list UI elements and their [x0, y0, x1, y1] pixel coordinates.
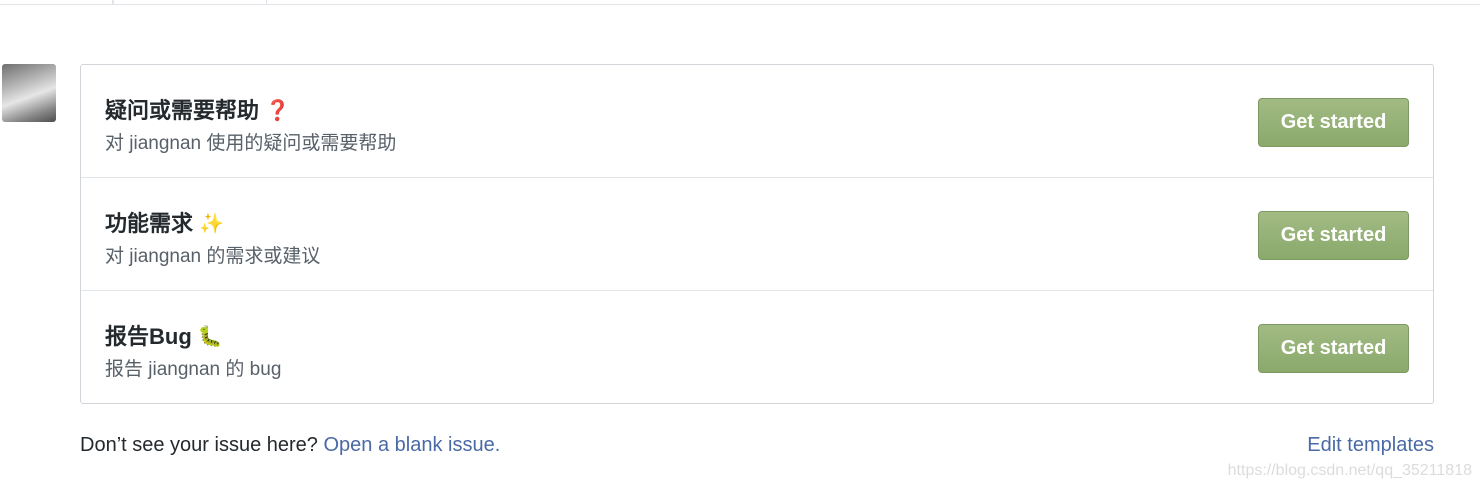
template-title: 报告Bug 🐛 [105, 319, 223, 351]
get-started-button[interactable]: Get started [1258, 324, 1409, 373]
get-started-button[interactable]: Get started [1258, 211, 1409, 260]
footer-prompt: Don’t see your issue here? Open a blank … [80, 434, 500, 457]
template-title-text: 疑问或需要帮助 [105, 98, 260, 123]
template-description: 报告 jiangnan 的 bug [105, 359, 282, 380]
get-started-button[interactable]: Get started [1258, 98, 1409, 147]
question-mark-icon: ❓ [265, 100, 290, 122]
template-row-bug-report: 报告Bug 🐛 报告 jiangnan 的 bug Get started [81, 291, 1433, 404]
watermark: https://blog.csdn.net/qq_35211818 [1227, 462, 1472, 479]
template-description: 对 jiangnan 的需求或建议 [105, 246, 321, 267]
footer-prompt-text: Don’t see your issue here? [80, 434, 318, 456]
tab-strip [0, 0, 1480, 5]
template-row-feature-request: 功能需求 ✨ 对 jiangnan 的需求或建议 Get started [81, 178, 1433, 291]
open-blank-issue-link[interactable]: Open a blank issue. [323, 434, 500, 456]
edit-templates-link[interactable]: Edit templates [1307, 434, 1434, 457]
bug-icon: 🐛 [197, 326, 223, 348]
template-list: 疑问或需要帮助 ❓ 对 jiangnan 使用的疑问或需要帮助 Get start… [80, 64, 1434, 404]
template-title-text: 功能需求 [105, 211, 194, 236]
template-title: 功能需求 ✨ [105, 206, 224, 238]
template-description: 对 jiangnan 使用的疑问或需要帮助 [105, 133, 397, 154]
tab-strip-divider [0, 4, 1480, 5]
template-row-question: 疑问或需要帮助 ❓ 对 jiangnan 使用的疑问或需要帮助 Get start… [81, 65, 1433, 178]
issue-template-chooser: 疑问或需要帮助 ❓ 对 jiangnan 使用的疑问或需要帮助 Get start… [0, 0, 1480, 490]
template-title-text: 报告Bug [105, 324, 192, 349]
sparkles-icon: ✨ [199, 213, 224, 235]
template-title: 疑问或需要帮助 ❓ [105, 93, 290, 125]
avatar[interactable] [2, 64, 56, 122]
